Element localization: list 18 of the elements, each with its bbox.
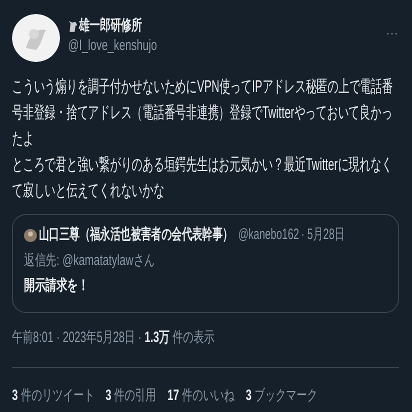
stat-link[interactable]: 3 件の引用 xyxy=(105,385,156,408)
quoted-author-name: 山口三尊（福永活也被害者の会代表幹事） xyxy=(38,225,233,245)
tweet-text: ところで君と強い繋がりのある垣鍔先生はお元気かい？最近Twitterに現れなくて寂しいと伝えてくれないかな xyxy=(12,154,394,202)
reply-to-text: 返信先: @kamatatylawさん xyxy=(24,250,156,270)
quoted-avatar xyxy=(24,228,37,242)
more-button[interactable]: ··· xyxy=(386,24,398,42)
stat-link[interactable]: 17 件のいいね xyxy=(167,385,235,408)
quoted-author-handle: @kanebo162 xyxy=(238,225,300,245)
quoted-date: · 5月28日 xyxy=(301,225,345,245)
author-name[interactable]: 雄一郎研修所 xyxy=(79,17,177,35)
tweet-text: こういう煽りを調子付かせないためにVPN使ってIPアドレス秘匿の上で電話番号非登録・捨てアドレス（電話番号非連携）登録でTwitterやっておいて良かったよ xyxy=(12,76,394,150)
quoted-tweet-card[interactable]: 山口三尊（福永活也被害者の会代表幹事） @kanebo162· 5月28日 返信先: @kamatatylawさん 開示請求を！ xyxy=(12,214,399,312)
tweet-timestamp: 午前8:01 · 2023年5月28日 · 1.3万 件の表示 xyxy=(12,328,216,348)
stat-link[interactable]: 3 ブックマーク xyxy=(246,385,318,408)
avatar[interactable] xyxy=(12,14,60,62)
quoted-text: 開示請求を！ xyxy=(24,276,90,296)
stat-link[interactable]: 3 件のリツイート xyxy=(12,385,94,408)
author-handle[interactable]: @I_love_kenshujo xyxy=(68,37,184,55)
